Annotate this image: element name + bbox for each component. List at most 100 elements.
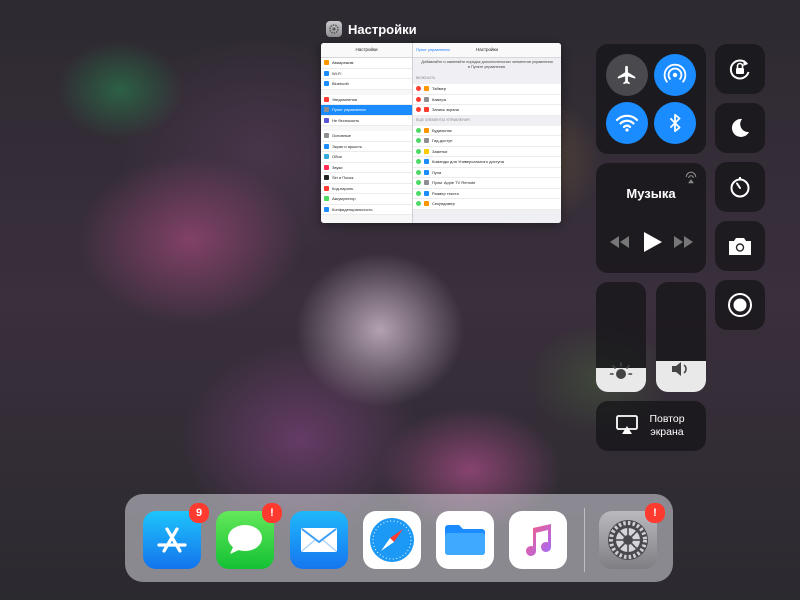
sidebar-item[interactable]: Bluetooth	[321, 79, 412, 90]
control-item-label: Секундомер	[432, 201, 455, 207]
rewind-icon[interactable]	[608, 235, 630, 249]
mail-app[interactable]	[290, 511, 348, 569]
control-list-item[interactable]: Размер текста	[413, 188, 561, 199]
settings-app-preview[interactable]: Настройки Авиарежим Wi-Fi Bluetooth Уведомл…	[321, 43, 561, 223]
screen-mirroring-icon	[616, 415, 638, 434]
sidebar-item-icon	[324, 206, 329, 212]
app-preview-title: Настройки	[348, 21, 417, 37]
control-list-item[interactable]: Камера	[413, 94, 561, 105]
sidebar-item[interactable]: Не беспокоить	[321, 115, 412, 126]
bluetooth-toggle[interactable]	[654, 102, 696, 144]
sidebar-item-icon	[324, 154, 329, 160]
mail-icon	[301, 528, 337, 552]
control-list-item[interactable]: Заметки	[413, 146, 561, 157]
wifi-toggle[interactable]	[606, 102, 648, 144]
sidebar-item-label: Экран и яркость	[332, 143, 363, 149]
control-item-icon	[424, 190, 429, 196]
control-list-item[interactable]: Таймер	[413, 84, 561, 95]
sidebar-item[interactable]: Звуки	[321, 162, 412, 173]
settings-app[interactable]: !	[599, 503, 665, 569]
add-control-icon[interactable]	[416, 180, 421, 186]
sidebar-item[interactable]: Авиарежим	[321, 58, 412, 69]
sidebar-item-icon	[324, 60, 329, 66]
airdrop-toggle[interactable]	[654, 54, 696, 96]
control-item-label: Заметки	[432, 148, 448, 154]
add-control-icon[interactable]	[416, 138, 421, 144]
control-item-label: Будильник	[432, 127, 452, 133]
control-center-settings-pane: Настройки Пункт управления Добавляйте и …	[413, 43, 561, 223]
music-module[interactable]: Музыка	[596, 163, 706, 273]
remove-control-icon[interactable]	[416, 86, 421, 92]
included-controls-list: Таймер Камера Запись экрана	[413, 84, 561, 116]
control-item-label: Лупа	[432, 169, 442, 175]
remove-control-icon[interactable]	[416, 96, 421, 102]
control-item-label: Гид-доступ	[432, 138, 453, 144]
fast-forward-icon[interactable]	[673, 235, 695, 249]
remove-control-icon[interactable]	[416, 107, 421, 113]
screen-mirroring-button[interactable]: Повтор экрана	[596, 401, 706, 451]
control-list-item[interactable]: Секундомер	[413, 199, 561, 210]
safari-compass-icon	[370, 518, 414, 562]
add-control-icon[interactable]	[416, 201, 421, 207]
sidebar-item-icon	[324, 185, 329, 191]
control-list-item[interactable]: Запись экрана	[413, 105, 561, 116]
sidebar-item[interactable]: Экран и яркость	[321, 141, 412, 152]
sidebar-item[interactable]: Аккумулятор	[321, 194, 412, 205]
sidebar-item[interactable]: Siri и Поиск	[321, 173, 412, 184]
settings-badge: !	[645, 503, 665, 523]
airplay-audio-icon[interactable]	[684, 171, 698, 185]
sun-icon	[609, 362, 633, 379]
camera-button[interactable]	[715, 221, 765, 271]
control-item-icon	[424, 148, 429, 154]
music-app[interactable]	[509, 511, 567, 569]
add-control-icon[interactable]	[416, 169, 421, 175]
sidebar-item[interactable]: Конфиденциальность	[321, 204, 412, 215]
settings-pane-description: Добавляйте и изменяйте порядок дополните…	[421, 60, 553, 69]
messages-app[interactable]: !	[216, 503, 282, 569]
sidebar-item-label: Аккумулятор	[332, 196, 356, 202]
timer-button[interactable]	[715, 162, 765, 212]
control-item-label: Запись экрана	[432, 107, 459, 113]
section-more-header: ЕЩЕ ЭЛЕМЕНТЫ УПРАВЛЕНИЯ	[416, 117, 470, 122]
mirror-label-line-2: экрана	[650, 426, 684, 438]
control-item-icon	[424, 86, 429, 92]
add-control-icon[interactable]	[416, 148, 421, 154]
sidebar-item[interactable]: Пункт управления	[321, 105, 412, 116]
play-icon[interactable]	[641, 231, 663, 253]
brightness-slider[interactable]	[596, 282, 646, 392]
app-store-badge: 9	[189, 503, 209, 523]
orientation-lock-button[interactable]	[715, 44, 765, 94]
camera-icon	[729, 238, 751, 255]
screen-mirroring-label: Повтор экрана	[636, 413, 698, 439]
volume-slider[interactable]	[656, 282, 706, 392]
orientation-lock-icon	[729, 59, 750, 80]
files-app[interactable]	[436, 511, 494, 569]
safari-app[interactable]	[363, 511, 421, 569]
control-item-icon	[424, 180, 429, 186]
do-not-disturb-button[interactable]	[715, 103, 765, 153]
add-control-icon[interactable]	[416, 159, 421, 165]
control-list-item[interactable]: Гид-доступ	[413, 136, 561, 147]
app-preview-title-row[interactable]: Настройки	[326, 20, 417, 38]
sidebar-item[interactable]: Код-пароль	[321, 183, 412, 194]
sidebar-item-label: Bluetooth	[332, 81, 349, 87]
sidebar-item-label: Уведомления	[332, 96, 358, 102]
control-list-item[interactable]: Пульт Apple TV Remote	[413, 178, 561, 189]
control-list-item[interactable]: Команды для Универсального доступа	[413, 157, 561, 168]
sidebar-item[interactable]: Основные	[321, 131, 412, 142]
sidebar-item-label: Siri и Поиск	[332, 175, 354, 181]
sidebar-item-icon	[324, 70, 329, 76]
back-link: Пункт управления	[416, 47, 450, 52]
control-list-item[interactable]: Будильник	[413, 125, 561, 136]
sidebar-item[interactable]: Wi-Fi	[321, 68, 412, 79]
control-item-label: Команды для Универсального доступа	[432, 159, 504, 165]
app-store-app[interactable]: 9	[143, 503, 209, 569]
add-control-icon[interactable]	[416, 190, 421, 196]
screen-recording-button[interactable]	[715, 280, 765, 330]
control-list-item[interactable]: Лупа	[413, 167, 561, 178]
add-control-icon[interactable]	[416, 127, 421, 133]
settings-sidebar-list: Авиарежим Wi-Fi Bluetooth Уведомления Пункт …	[321, 58, 412, 215]
sidebar-item[interactable]: Уведомления	[321, 94, 412, 105]
airplane-mode-toggle[interactable]	[606, 54, 648, 96]
sidebar-item[interactable]: Обои	[321, 152, 412, 163]
